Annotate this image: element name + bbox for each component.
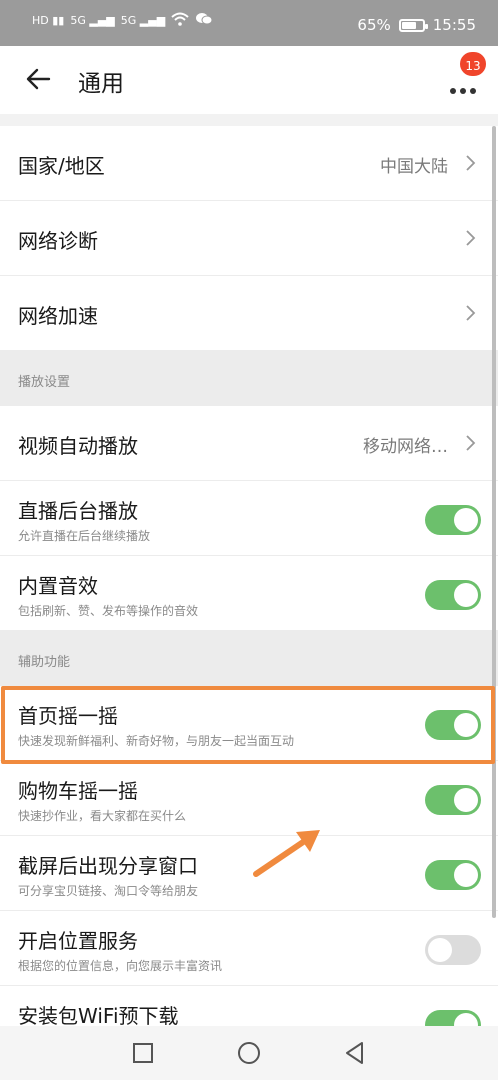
notification-badge: 13 [458,50,488,78]
setting-description: 根据您的位置信息，向您展示丰富资讯 [18,959,223,973]
setting-label: 首页摇一摇 [18,704,118,728]
setting-label: 购物车摇一摇 [18,779,138,803]
chevron-right-icon [466,305,476,321]
wifi-icon [171,12,189,29]
setting-value: 中国大陆 [380,157,448,177]
setting-row-home-shake: 首页摇一摇 快速发现新鲜福利、新奇好物，与朋友一起当面互动 [0,686,498,761]
setting-row-cart-shake: 购物车摇一摇 快速抄作业，看大家都在买什么 [0,761,498,836]
clock: 15:55 [432,16,476,34]
hd-signal-icon: HD ▮▮ [32,14,65,27]
setting-label: 直播后台播放 [18,499,138,523]
setting-description: 包括刷新、赞、发布等操作的音效 [18,604,199,618]
cell-signal-icon-2: 5G ▂▄▆ [120,14,166,27]
setting-label: 截屏后出现分享窗口 [18,854,198,878]
section-title: 播放设置 [18,375,71,390]
setting-label: 内置音效 [18,574,98,598]
home-shake-toggle[interactable] [425,710,481,740]
setting-description: 快速抄作业，看大家都在买什么 [18,809,187,823]
setting-label: 网络诊断 [18,229,98,253]
setting-label: 网络加速 [18,304,98,328]
annotation-arrow-icon [253,830,320,877]
home-icon[interactable] [236,1040,262,1066]
setting-description: 允许直播在后台继续播放 [18,529,151,543]
cell-signal-icon: 5G ▂▄▆ [70,14,115,27]
setting-row-location-service: 开启位置服务 根据您的位置信息，向您展示丰富资讯 [0,911,498,986]
battery-icon [398,18,428,32]
back-button[interactable] [22,62,56,96]
setting-description: 快速发现新鲜福利、新奇好物，与朋友一起当面互动 [18,734,295,748]
setting-row-video-autoplay[interactable]: 视频自动播放 移动网络… [0,406,498,481]
system-nav-bar [0,1026,498,1080]
arrow-left-icon [26,68,51,90]
chevron-right-icon [466,435,476,451]
recent-apps-icon[interactable] [130,1040,156,1066]
page-title: 通用 [78,71,124,97]
sound-effects-toggle[interactable] [425,580,481,610]
status-icons-left: HD ▮▮ 5G ▂▄▆ 5G ▂▄▆ [32,12,213,29]
live-background-toggle[interactable] [425,505,481,535]
setting-label: 安装包WiFi预下载 [18,1004,179,1028]
status-icons-right: 65% 15:55 [357,16,476,34]
setting-value: 移动网络… [363,437,448,457]
section-header-playback: 播放设置 [0,351,498,406]
setting-row-network-acceleration[interactable]: 网络加速 [0,276,498,351]
setting-label: 视频自动播放 [18,434,138,458]
setting-row-network-diagnosis[interactable]: 网络诊断 [0,201,498,276]
more-dots-icon [450,88,476,94]
back-nav-icon[interactable] [342,1040,368,1066]
setting-row-region[interactable]: 国家/地区 中国大陆 [0,126,498,201]
chevron-right-icon [466,155,476,171]
setting-description: 可分享宝贝链接、淘口令等给朋友 [18,884,199,898]
header: 通用 [0,46,498,114]
chevron-right-icon [466,230,476,246]
setting-label: 开启位置服务 [18,929,138,953]
section-title: 辅助功能 [18,655,71,670]
setting-row-live-background: 直播后台播放 允许直播在后台继续播放 [0,481,498,556]
scrollbar[interactable] [492,126,496,918]
screenshot-share-toggle[interactable] [425,860,481,890]
status-bar: HD ▮▮ 5G ▂▄▆ 5G ▂▄▆ 65% 15:55 [0,0,498,46]
wechat-icon [195,12,213,29]
section-header-accessibility: 辅助功能 [0,631,498,686]
setting-label: 国家/地区 [18,154,105,178]
cart-shake-toggle[interactable] [425,785,481,815]
battery-percent: 65% [357,16,391,34]
setting-row-screenshot-share: 截屏后出现分享窗口 可分享宝贝链接、淘口令等给朋友 [0,836,498,911]
setting-row-sound-effects: 内置音效 包括刷新、赞、发布等操作的音效 [0,556,498,631]
location-service-toggle[interactable] [425,935,481,965]
settings-list: 国家/地区 中国大陆 网络诊断 网络加速 播放设置 视频自动播放 移动网络… 直… [0,126,498,1061]
